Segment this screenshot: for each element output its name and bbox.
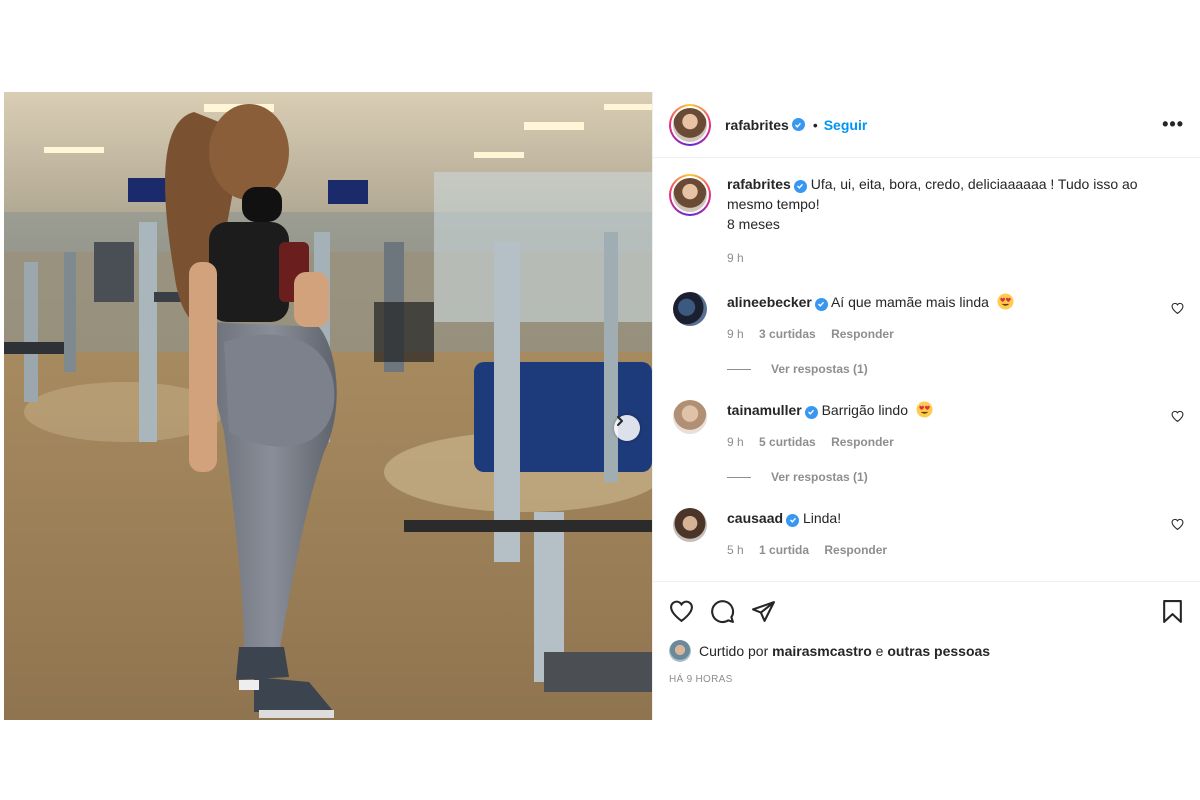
verified-icon: [791, 118, 805, 131]
commenter-avatar[interactable]: [673, 508, 707, 542]
comment-likes[interactable]: 3 curtidas: [759, 327, 816, 341]
reply-button[interactable]: Responder: [831, 435, 894, 449]
liked-by-others[interactable]: outras pessoas: [887, 643, 990, 659]
caption-time: 9 h: [727, 251, 744, 265]
post-header: rafabrites • Seguir •••: [653, 92, 1200, 158]
follow-button[interactable]: Seguir: [824, 117, 868, 133]
comment-item: alineebecker Aí que mamãe mais linda 9 h…: [669, 292, 1184, 344]
comment-text: Linda!: [802, 510, 842, 526]
author-username[interactable]: rafabrites: [725, 117, 789, 133]
comment-text: Barrigão lindo: [821, 402, 908, 418]
verified-icon: [814, 297, 828, 311]
post-photo[interactable]: [4, 92, 652, 720]
post-dialog: rafabrites • Seguir ••• rafabrites Ufa, …: [4, 92, 1200, 720]
liked-by-conj: e: [875, 643, 884, 659]
post-timestamp[interactable]: HÁ 9 HORAS: [653, 662, 1200, 685]
liked-by: Curtido por mairasmcastro e outras pesso…: [653, 640, 1200, 662]
chevron-right-icon: [617, 416, 623, 426]
comment-item: tainamuller Barrigão lindo 9 h 5 curtida…: [669, 400, 1184, 452]
comment-item: causaad Linda! 5 h 1 curtida Responder: [669, 508, 1184, 560]
heart-icon[interactable]: [1171, 410, 1184, 423]
more-options-button[interactable]: •••: [1162, 114, 1184, 135]
gym-photo: [4, 92, 652, 720]
commenter-avatar[interactable]: [673, 400, 707, 434]
view-replies-label: Ver respostas (1): [771, 470, 868, 484]
view-replies-label: Ver respostas (1): [771, 362, 868, 376]
commenter-username[interactable]: alineebecker: [727, 294, 812, 310]
reply-button[interactable]: Responder: [824, 543, 887, 557]
scroll-fade: [653, 573, 1200, 581]
commenter-avatar[interactable]: [673, 292, 707, 326]
comments-list[interactable]: rafabrites Ufa, ui, eita, bora, credo, d…: [653, 158, 1200, 582]
comment-text: Aí que mamãe mais linda: [830, 294, 989, 310]
share-icon[interactable]: [751, 599, 776, 624]
view-replies-button[interactable]: Ver respostas (1): [727, 470, 1184, 484]
replies-divider: [727, 368, 751, 370]
caption-username[interactable]: rafabrites: [727, 176, 791, 192]
comment-time: 5 h: [727, 543, 744, 557]
avatar-image: [673, 107, 707, 142]
comment-likes[interactable]: 5 curtidas: [759, 435, 816, 449]
view-replies-button[interactable]: Ver respostas (1): [727, 362, 1184, 376]
comment-likes[interactable]: 1 curtida: [759, 543, 809, 557]
post-side-panel: rafabrites • Seguir ••• rafabrites Ufa, …: [652, 92, 1200, 720]
caption-avatar[interactable]: [669, 174, 711, 216]
heart-icon[interactable]: [1171, 518, 1184, 531]
liker-avatar[interactable]: [669, 640, 691, 662]
bookmark-icon[interactable]: [1161, 599, 1184, 624]
heart-icon[interactable]: [669, 599, 694, 624]
comment-time: 9 h: [727, 435, 744, 449]
liked-by-prefix: Curtido por: [699, 643, 769, 659]
caption-text-line2: 8 meses: [727, 216, 780, 232]
post-caption: rafabrites Ufa, ui, eita, bora, credo, d…: [669, 174, 1184, 268]
commenter-username[interactable]: tainamuller: [727, 402, 802, 418]
separator-dot: •: [812, 116, 818, 133]
comment-time: 9 h: [727, 327, 744, 341]
author-avatar[interactable]: [669, 103, 711, 146]
verified-icon: [793, 179, 807, 193]
heart-eyes-emoji-icon: [916, 401, 933, 418]
verified-icon: [804, 405, 818, 419]
heart-eyes-emoji-icon: [997, 293, 1014, 310]
heart-icon[interactable]: [1171, 302, 1184, 315]
avatar-image: [673, 178, 707, 212]
verified-icon: [786, 513, 800, 527]
commenter-username[interactable]: causaad: [727, 510, 783, 526]
post-action-bar: [653, 582, 1200, 640]
next-photo-button[interactable]: [614, 415, 640, 441]
reply-button[interactable]: Responder: [831, 327, 894, 341]
replies-divider: [727, 476, 751, 478]
liker-username[interactable]: mairasmcastro: [772, 643, 872, 659]
comment-icon[interactable]: [710, 599, 735, 624]
